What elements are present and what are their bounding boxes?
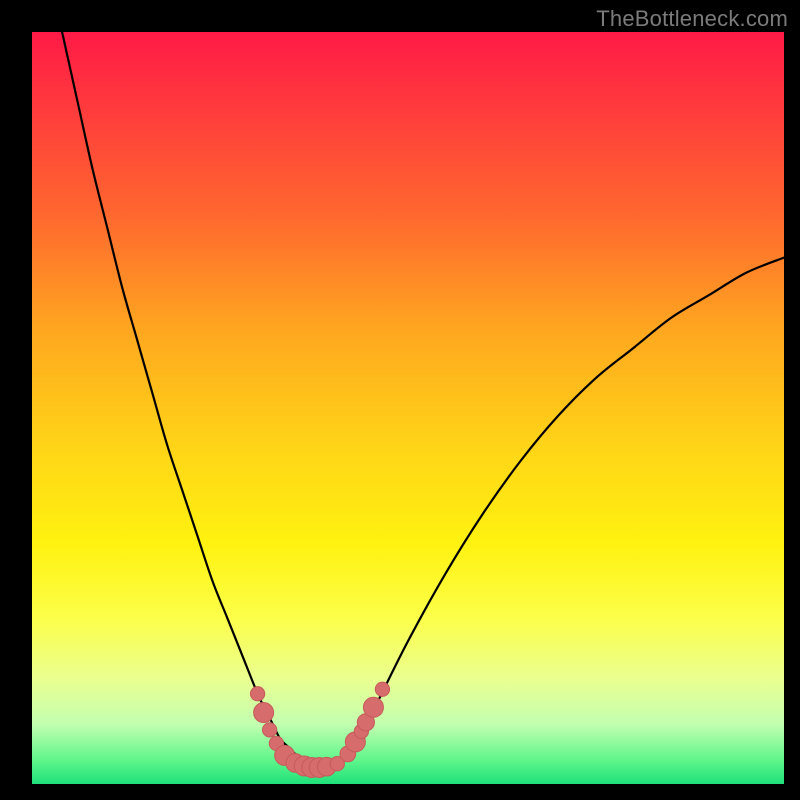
bottleneck-curve-svg <box>32 32 784 784</box>
curve-marker <box>363 697 383 717</box>
curve-marker <box>262 723 276 737</box>
curve-marker <box>375 682 389 696</box>
watermark-text: TheBottleneck.com <box>596 6 788 32</box>
bottleneck-curve <box>62 32 784 767</box>
curve-marker <box>250 687 264 701</box>
curve-markers <box>250 682 389 777</box>
plot-area <box>32 32 784 784</box>
curve-marker <box>254 703 274 723</box>
chart-frame: TheBottleneck.com <box>0 0 800 800</box>
